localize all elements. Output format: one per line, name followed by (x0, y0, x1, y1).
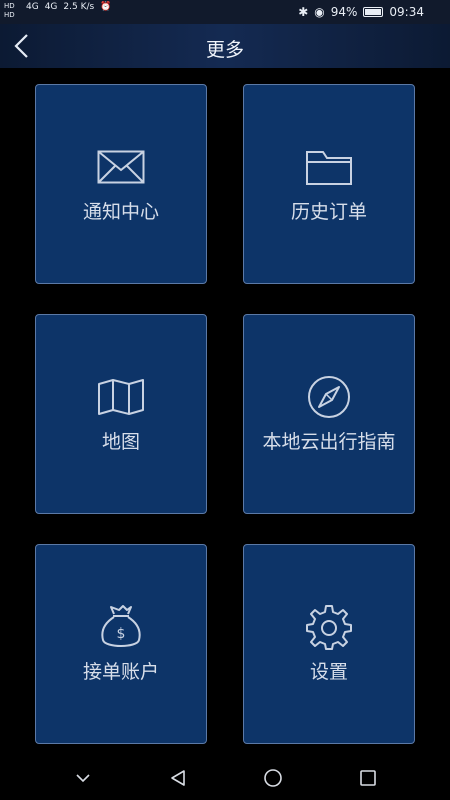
menu-label: 通知中心 (82, 200, 159, 223)
hd-label-top: HD (4, 2, 15, 10)
signal-1: 4G (26, 2, 39, 12)
menu-label: 接单账户 (82, 660, 159, 683)
triangle-back-icon (170, 769, 185, 786)
battery-icon (363, 7, 384, 17)
menu-label: 设置 (309, 660, 348, 683)
signal-2: 4G (44, 2, 58, 12)
status-left: 4G 4G 2.5 K/s ⏰ (26, 2, 111, 12)
system-home-button[interactable] (258, 763, 288, 793)
system-recents-button[interactable] (353, 763, 383, 793)
status-right: ✱ ◉ 94% 09:34 (298, 5, 424, 19)
status-bar: HD HD 4G 4G 2.5 K/s ⏰ ✱ ◉ 94% 09:34 (0, 0, 450, 24)
mail-icon (96, 145, 146, 189)
circle-home-icon (263, 768, 282, 787)
compass-icon (304, 375, 354, 419)
hd-indicator: HD HD (4, 2, 15, 20)
alarm-icon: ⏰ (100, 2, 112, 12)
page-title: 更多 (205, 39, 244, 61)
menu-card-settings[interactable]: 设置 (243, 544, 415, 744)
battery-percent: 94% (330, 5, 358, 19)
map-icon (96, 375, 146, 419)
folder-icon (304, 145, 354, 189)
menu-card-map[interactable]: 地图 (35, 314, 207, 514)
menu-card-order-account[interactable]: $ 接单账户 (35, 544, 207, 744)
square-recents-icon (359, 769, 376, 786)
location-icon: ◉ (314, 5, 325, 19)
menu-label: 地图 (101, 430, 140, 453)
system-nav-bar (0, 755, 450, 800)
money-bag-icon: $ (96, 604, 146, 649)
system-back-button[interactable] (163, 763, 193, 793)
menu-card-notification-center[interactable]: 通知中心 (35, 84, 207, 284)
menu-label: 历史订单 (290, 200, 367, 223)
clock: 09:34 (389, 5, 424, 19)
hd-label-bottom: HD (4, 11, 15, 19)
bluetooth-icon: ✱ (298, 5, 309, 19)
menu-card-travel-guide[interactable]: 本地云出行指南 (243, 314, 415, 514)
top-nav-bar: 更多 (0, 24, 450, 68)
network-speed: 2.5 K/s (63, 2, 95, 12)
chevron-down-icon (75, 773, 90, 782)
menu-label: 本地云出行指南 (262, 430, 396, 453)
gear-icon (304, 604, 354, 650)
svg-text:$: $ (117, 626, 126, 642)
hide-nav-button[interactable] (68, 763, 98, 793)
menu-card-order-history[interactable]: 历史订单 (243, 84, 415, 284)
